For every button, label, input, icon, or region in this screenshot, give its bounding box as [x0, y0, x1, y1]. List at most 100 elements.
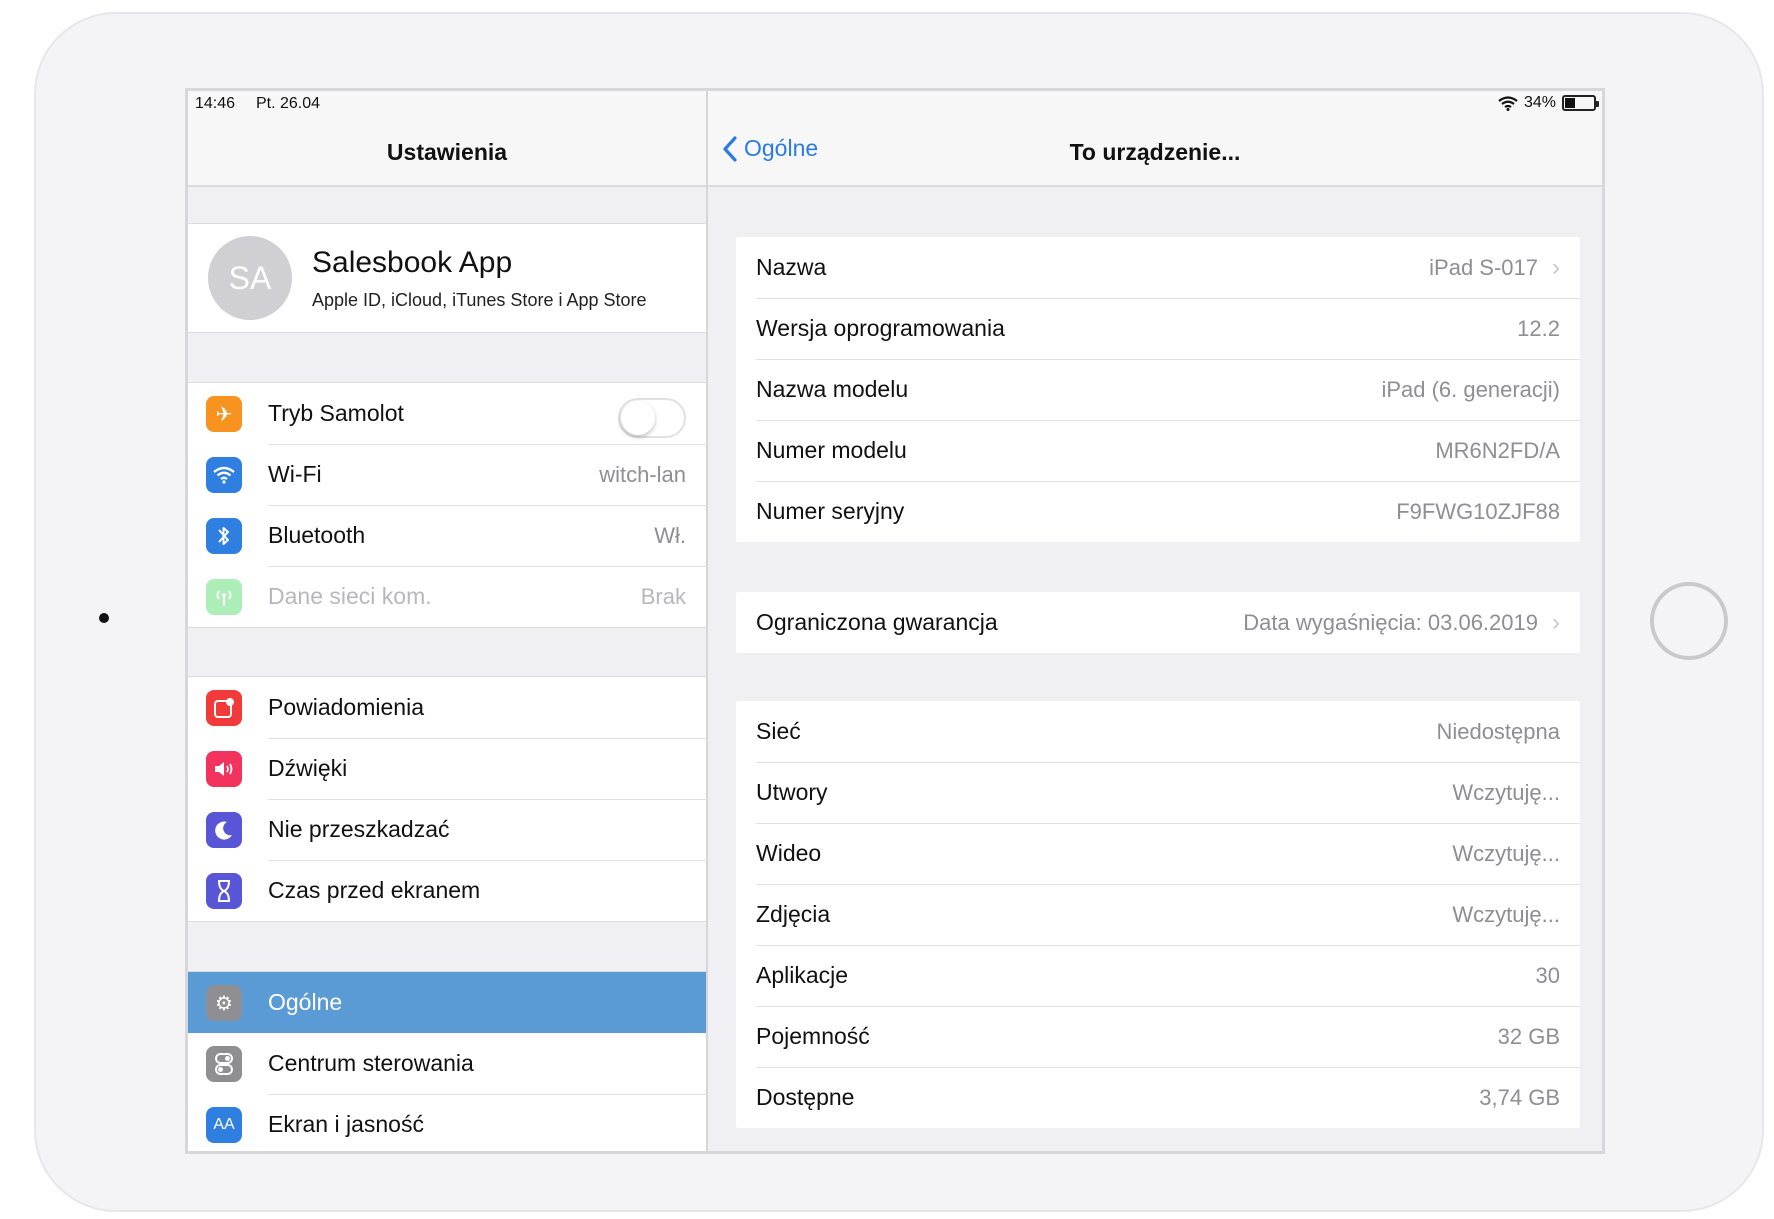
sounds-icon	[206, 751, 242, 787]
info-row-model-number[interactable]: Numer modelu MR6N2FD/A	[736, 420, 1580, 481]
info-row-name[interactable]: Nazwa iPad S-017 ›	[736, 237, 1580, 298]
sidebar-item-screen-time[interactable]: Czas przed ekranem	[188, 860, 706, 921]
info-value-wrap: Data wygaśnięcia: 03.06.2019 ›	[1243, 609, 1560, 637]
info-row-applications: Aplikacje 30	[736, 945, 1580, 1006]
sidebar-item-display-brightness[interactable]: AA Ekran i jasność	[188, 1094, 706, 1151]
info-row-available: Dostępne 3,74 GB	[736, 1067, 1580, 1128]
home-button[interactable]	[1650, 582, 1728, 660]
status-right: 34%	[1498, 94, 1599, 112]
status-time: 14:46	[195, 95, 236, 112]
moon-icon	[206, 812, 242, 848]
bluetooth-icon	[206, 518, 242, 554]
sidebar-item-control-center[interactable]: Centrum sterowania	[188, 1033, 706, 1094]
sidebar-item-sounds[interactable]: Dźwięki	[188, 738, 706, 799]
info-label: Ograniczona gwarancja	[756, 609, 998, 635]
sidebar-item-label: Bluetooth	[268, 522, 366, 548]
sidebar-item-general[interactable]: ⚙ Ogólne	[188, 972, 706, 1033]
camera-dot	[99, 613, 109, 623]
info-value: Wczytuję...	[1452, 779, 1560, 805]
about-detail-pane: Ogólne To urządzenie... Nazwa iPad S-017…	[708, 91, 1602, 1151]
sidebar-item-label: Dane sieci kom.	[268, 583, 432, 609]
info-value: F9FWG10ZJF88	[1396, 498, 1560, 524]
status-bar: 14:46 Pt. 26.04 34%	[188, 91, 1602, 117]
gear-icon: ⚙	[206, 985, 242, 1021]
cellular-status-value: Brak	[640, 583, 686, 609]
sidebar-item-label: Powiadomienia	[268, 694, 424, 720]
screen: Ustawienia SA Salesbook App Apple ID, iC…	[185, 88, 1605, 1154]
sidebar-item-label: Ogólne	[268, 989, 343, 1015]
info-row-capacity: Pojemność 32 GB	[736, 1006, 1580, 1067]
info-label: Nazwa	[756, 254, 827, 280]
sidebar-item-label: Centrum sterowania	[268, 1050, 474, 1076]
profile-subtitle: Apple ID, iCloud, iTunes Store i App Sto…	[312, 290, 647, 310]
battery-fill	[1565, 98, 1575, 108]
info-row-serial-number: Numer seryjny F9FWG10ZJF88	[736, 481, 1580, 542]
info-row-network: Sieć Niedostępna	[736, 701, 1580, 762]
info-label: Utwory	[756, 779, 828, 805]
sidebar-item-airplane-mode[interactable]: ✈ Tryb Samolot	[188, 383, 706, 444]
sidebar-item-do-not-disturb[interactable]: Nie przeszkadzać	[188, 799, 706, 860]
profile-name: Salesbook App	[312, 246, 513, 279]
airplane-mode-toggle[interactable]	[618, 398, 686, 438]
cellular-icon	[206, 579, 242, 615]
info-value: MR6N2FD/A	[1435, 437, 1560, 463]
info-label: Pojemność	[756, 1023, 870, 1049]
general-group: ⚙ Ogólne Centrum sterowania AA Ekran i j…	[188, 971, 706, 1151]
sidebar-item-bluetooth[interactable]: Bluetooth Wł.	[188, 505, 706, 566]
info-row-warranty[interactable]: Ograniczona gwarancja Data wygaśnięcia: …	[736, 592, 1580, 653]
hourglass-icon	[206, 873, 242, 909]
sidebar-item-notifications[interactable]: Powiadomienia	[188, 677, 706, 738]
info-row-songs: Utwory Wczytuję...	[736, 762, 1580, 823]
sidebar-item-cellular[interactable]: Dane sieci kom. Brak	[188, 566, 706, 627]
info-value: iPad (6. generacji)	[1381, 376, 1560, 402]
chevron-right-icon: ›	[1552, 608, 1560, 636]
info-value: 32 GB	[1497, 1023, 1560, 1049]
connectivity-group: ✈ Tryb Samolot Wi-Fi witch-lan Bluetooth…	[188, 382, 706, 628]
info-row-photos: Zdjęcia Wczytuję...	[736, 884, 1580, 945]
info-value: Wczytuję...	[1452, 901, 1560, 927]
settings-sidebar: Ustawienia SA Salesbook App Apple ID, iC…	[188, 91, 708, 1151]
info-label: Wideo	[756, 840, 822, 866]
display-icon: AA	[206, 1107, 242, 1143]
info-value: Data wygaśnięcia: 03.06.2019	[1243, 609, 1538, 635]
sidebar-item-label: Nie przeszkadzać	[268, 816, 450, 842]
sidebar-title: Ustawienia	[386, 139, 508, 165]
battery-icon	[1562, 95, 1599, 111]
sidebar-item-label: Dźwięki	[268, 755, 348, 781]
info-row-model-name: Nazwa modelu iPad (6. generacji)	[736, 359, 1580, 420]
sidebar-item-label: Ekran i jasność	[268, 1111, 424, 1137]
info-label: Sieć	[756, 718, 801, 744]
info-label: Nazwa modelu	[756, 376, 909, 402]
battery-percent: 34%	[1523, 94, 1556, 111]
avatar: SA	[208, 236, 292, 320]
wifi-status-icon	[1498, 95, 1518, 111]
warranty-card: Ograniczona gwarancja Data wygaśnięcia: …	[736, 592, 1580, 653]
info-value-wrap: iPad S-017 ›	[1429, 254, 1560, 282]
info-value: 3,74 GB	[1479, 1084, 1560, 1110]
control-center-icon	[206, 1046, 242, 1082]
airplane-icon: ✈	[206, 396, 242, 432]
sidebar-item-label: Czas przed ekranem	[268, 877, 481, 903]
info-value: Niedostępna	[1436, 718, 1560, 744]
sidebar-item-wifi[interactable]: Wi-Fi witch-lan	[188, 444, 706, 505]
notifications-icon	[206, 690, 242, 726]
info-row-software-version: Wersja oprogramowania 12.2	[736, 298, 1580, 359]
toggle-knob	[621, 401, 655, 435]
sidebar-item-label: Tryb Samolot	[268, 400, 404, 426]
info-label: Wersja oprogramowania	[756, 315, 1005, 341]
info-value: Wczytuję...	[1452, 840, 1560, 866]
info-value: 30	[1535, 962, 1560, 988]
info-label: Zdjęcia	[756, 901, 831, 927]
wifi-icon	[206, 457, 242, 493]
info-value: iPad S-017	[1429, 254, 1538, 280]
info-value: 12.2	[1517, 315, 1560, 341]
wifi-network-value: witch-lan	[599, 461, 686, 487]
info-label: Numer modelu	[756, 437, 907, 463]
apple-id-profile[interactable]: SA Salesbook App Apple ID, iCloud, iTune…	[188, 223, 706, 333]
device-info-card: Nazwa iPad S-017 › Wersja oprogramowania …	[736, 237, 1580, 542]
page-title: To urządzenie...	[1069, 139, 1241, 165]
info-label: Aplikacje	[756, 962, 849, 988]
storage-info-card: Sieć Niedostępna Utwory Wczytuję... Wide…	[736, 701, 1580, 1128]
notifications-group: Powiadomienia Dźwięki Nie przeszkadzać C…	[188, 676, 706, 922]
sidebar-item-label: Wi-Fi	[268, 461, 322, 487]
